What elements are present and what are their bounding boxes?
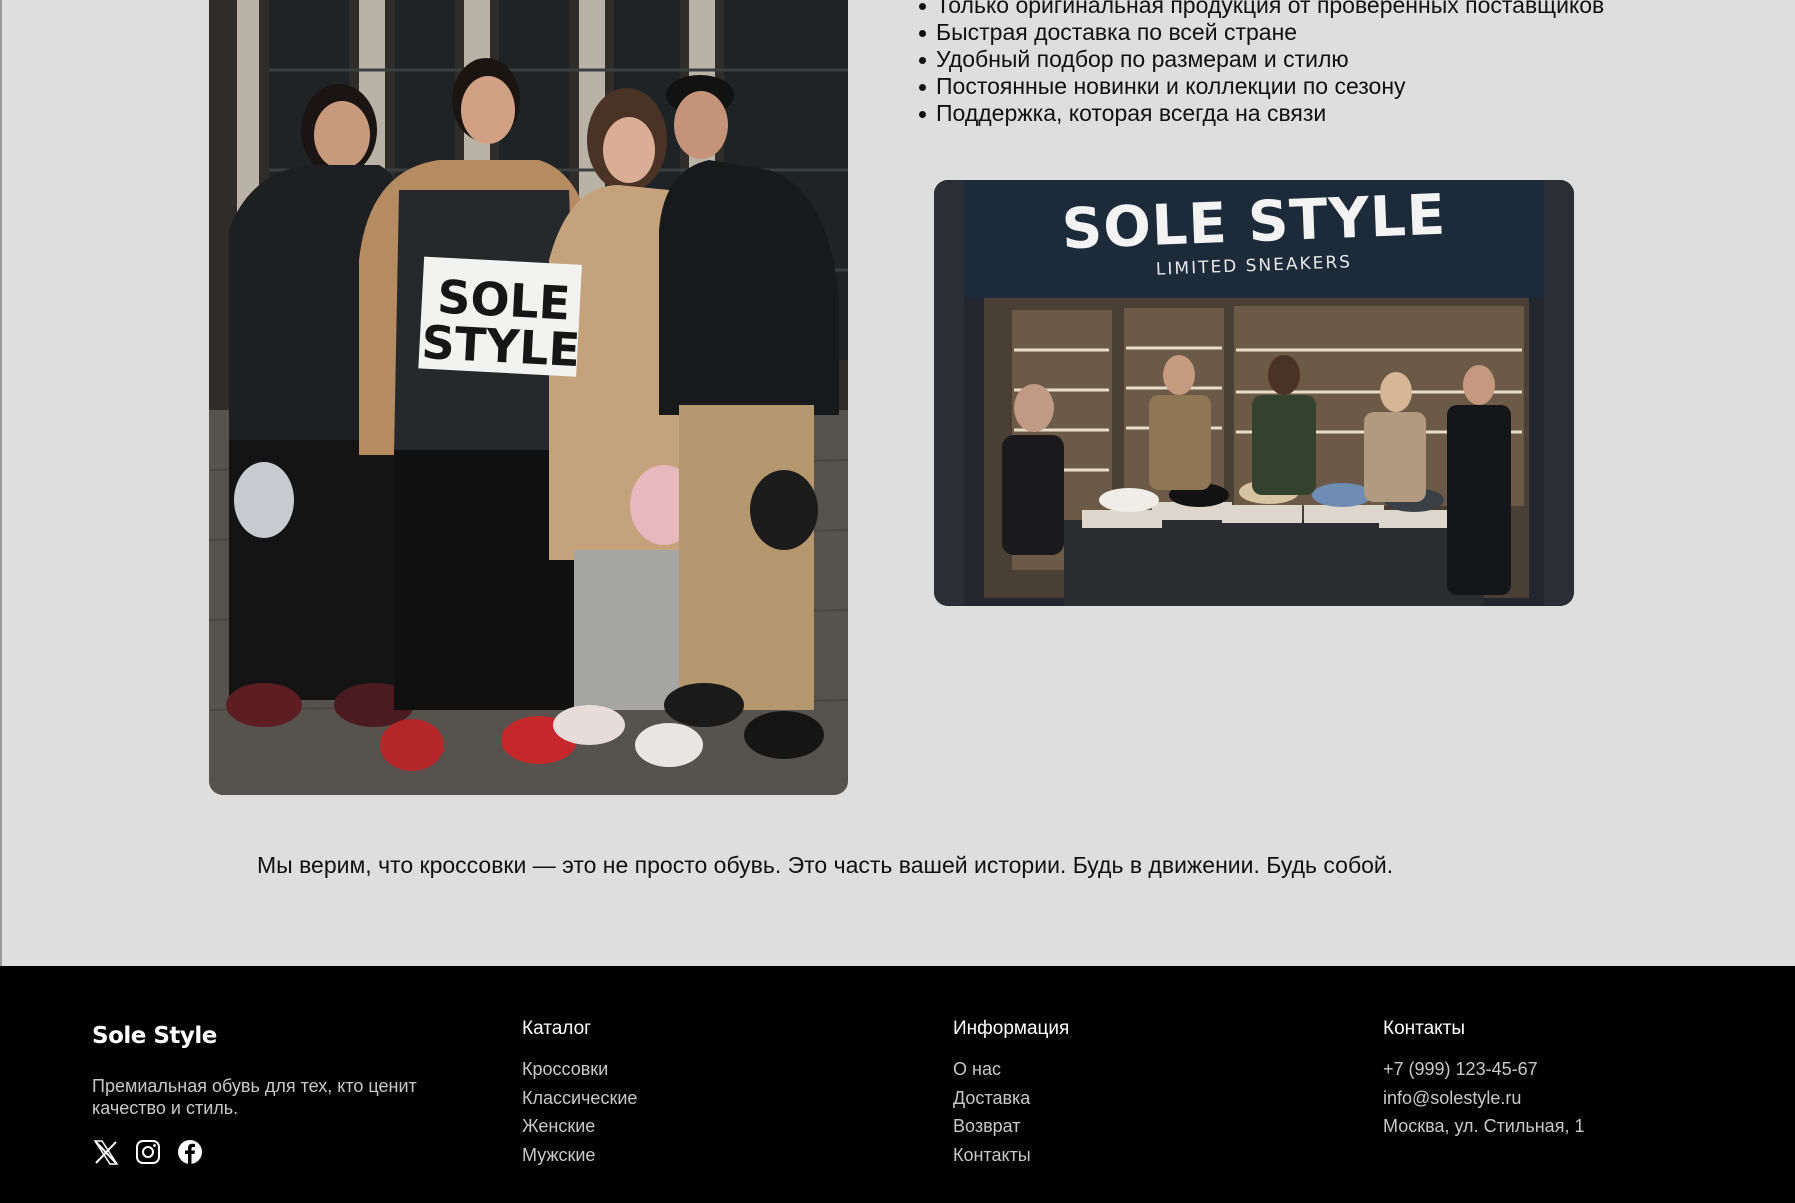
footer-link-sneakers[interactable]: Кроссовки: [522, 1055, 637, 1084]
footer-link-delivery[interactable]: Доставка: [953, 1084, 1069, 1113]
footer: Sole Style Премиальная обувь для тех, кт…: [0, 966, 1795, 1203]
features-list: Только оригинальная продукция от провере…: [917, 0, 1717, 127]
x-icon[interactable]: [92, 1138, 120, 1166]
footer-contacts-title: Контакты: [1383, 1018, 1466, 1039]
feature-item: Быстрая доставка по всей стране: [917, 19, 1717, 46]
page-left-edge: [0, 0, 2, 966]
feature-item: Только оригинальная продукция от провере…: [917, 0, 1717, 19]
footer-catalog-column: Каталог Кроссовки Классические Женские М…: [522, 1018, 637, 1169]
contact-email[interactable]: info@solestyle.ru: [1383, 1084, 1584, 1113]
footer-catalog-title: Каталог: [522, 1018, 592, 1039]
group-photo-illustration: SOLE STYLE: [209, 0, 848, 795]
tagline: Мы верим, что кроссовки — это не просто …: [257, 852, 1394, 878]
footer-description: Премиальная обувь для тех, кто ценит кач…: [92, 1076, 417, 1118]
footer-info-column: Информация О нас Доставка Возврат Контак…: [953, 1018, 1069, 1169]
contact-phone[interactable]: +7 (999) 123-45-67: [1383, 1055, 1584, 1084]
feature-item: Удобный подбор по размерам и стилю: [917, 46, 1717, 73]
footer-link-returns[interactable]: Возврат: [953, 1112, 1069, 1141]
footer-link-women[interactable]: Женские: [522, 1112, 637, 1141]
instagram-icon[interactable]: [134, 1138, 162, 1166]
footer-link-men[interactable]: Мужские: [522, 1141, 637, 1170]
footer-link-contacts[interactable]: Контакты: [953, 1141, 1069, 1170]
footer-info-title: Информация: [953, 1018, 1070, 1039]
store-photo: SOLE STYLE LIMITED SNEAKERS: [934, 180, 1574, 606]
footer-link-classic[interactable]: Классические: [522, 1084, 637, 1113]
feature-item: Поддержка, которая всегда на связи: [917, 100, 1717, 127]
contact-address: Москва, ул. Стильная, 1: [1383, 1116, 1585, 1136]
footer-link-about[interactable]: О нас: [953, 1055, 1069, 1084]
facebook-icon[interactable]: [176, 1138, 204, 1166]
group-photo: SOLE STYLE: [209, 0, 848, 795]
social-links: [92, 1138, 204, 1166]
sign-line-2: STYLE: [420, 315, 581, 377]
footer-brand-logo[interactable]: Sole Style: [92, 1023, 217, 1049]
footer-contacts-column: Контакты +7 (999) 123-45-67 info@solesty…: [1383, 1018, 1584, 1141]
feature-item: Постоянные новинки и коллекции по сезону: [917, 73, 1717, 100]
